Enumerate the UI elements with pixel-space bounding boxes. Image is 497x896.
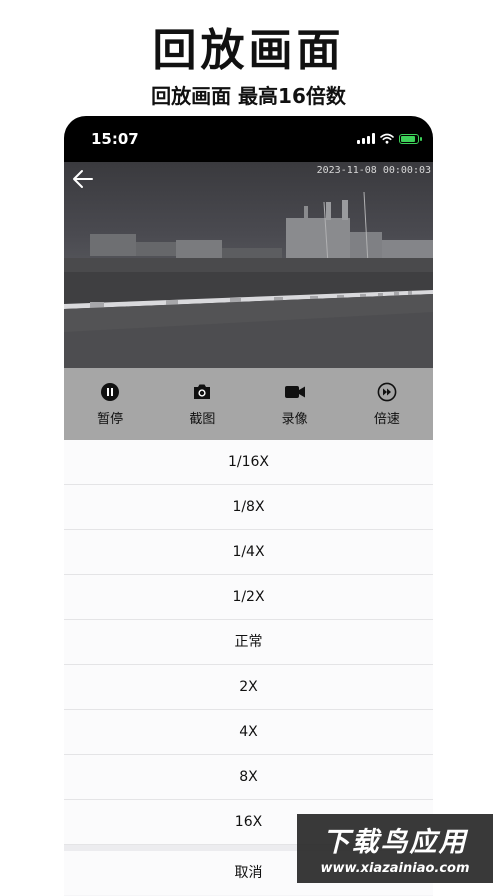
arrow-left-icon — [73, 170, 93, 188]
pause-icon — [99, 381, 121, 403]
cellular-signal-icon — [357, 133, 375, 144]
speed-option-1-16x[interactable]: 1/16X — [64, 440, 433, 485]
playback-toolbar: 暂停 截图 录像 倍速 — [64, 368, 433, 440]
video-frame — [64, 191, 433, 368]
pause-label: 暂停 — [97, 412, 124, 427]
speed-option-8x[interactable]: 8X — [64, 755, 433, 800]
fast-forward-icon — [376, 381, 398, 403]
playback-video[interactable]: 2023-11-08 00:00:03 — [64, 162, 433, 368]
promo-subtitle: 回放画面 最高16倍数 — [151, 84, 346, 108]
video-timestamp: 2023-11-08 00:00:03 — [316, 165, 431, 176]
speed-button[interactable]: 倍速 — [341, 368, 433, 440]
camera-icon — [191, 381, 213, 403]
status-icons — [357, 133, 422, 144]
speed-label: 倍速 — [373, 412, 400, 427]
video-camera-icon — [284, 381, 306, 403]
watermark: 下载鸟应用 www.xiazainiao.com — [297, 814, 493, 883]
phone-frame: 15:07 2023-11-08 00:00:03 暂停 截图 录像 倍速 1/… — [64, 116, 433, 896]
status-bar: 15:07 — [64, 116, 433, 162]
promo-title: 回放画面 — [152, 25, 345, 76]
speed-option-1-8x[interactable]: 1/8X — [64, 485, 433, 530]
wifi-icon — [380, 133, 394, 144]
battery-charging-icon — [399, 134, 422, 144]
screenshot-button[interactable]: 截图 — [156, 368, 248, 440]
record-button[interactable]: 录像 — [249, 368, 341, 440]
watermark-brand: 下载鸟应用 — [322, 827, 468, 858]
speed-option-1-4x[interactable]: 1/4X — [64, 530, 433, 575]
screenshot-label: 截图 — [189, 412, 216, 427]
speed-option-1-2x[interactable]: 1/2X — [64, 575, 433, 620]
speed-option-2x[interactable]: 2X — [64, 665, 433, 710]
back-button[interactable] — [70, 167, 96, 191]
watermark-url: www.xiazainiao.com — [320, 861, 470, 876]
pause-button[interactable]: 暂停 — [64, 368, 156, 440]
speed-option-4x[interactable]: 4X — [64, 710, 433, 755]
speed-option-normal[interactable]: 正常 — [64, 620, 433, 665]
record-label: 录像 — [281, 412, 308, 427]
status-time: 15:07 — [91, 130, 139, 148]
